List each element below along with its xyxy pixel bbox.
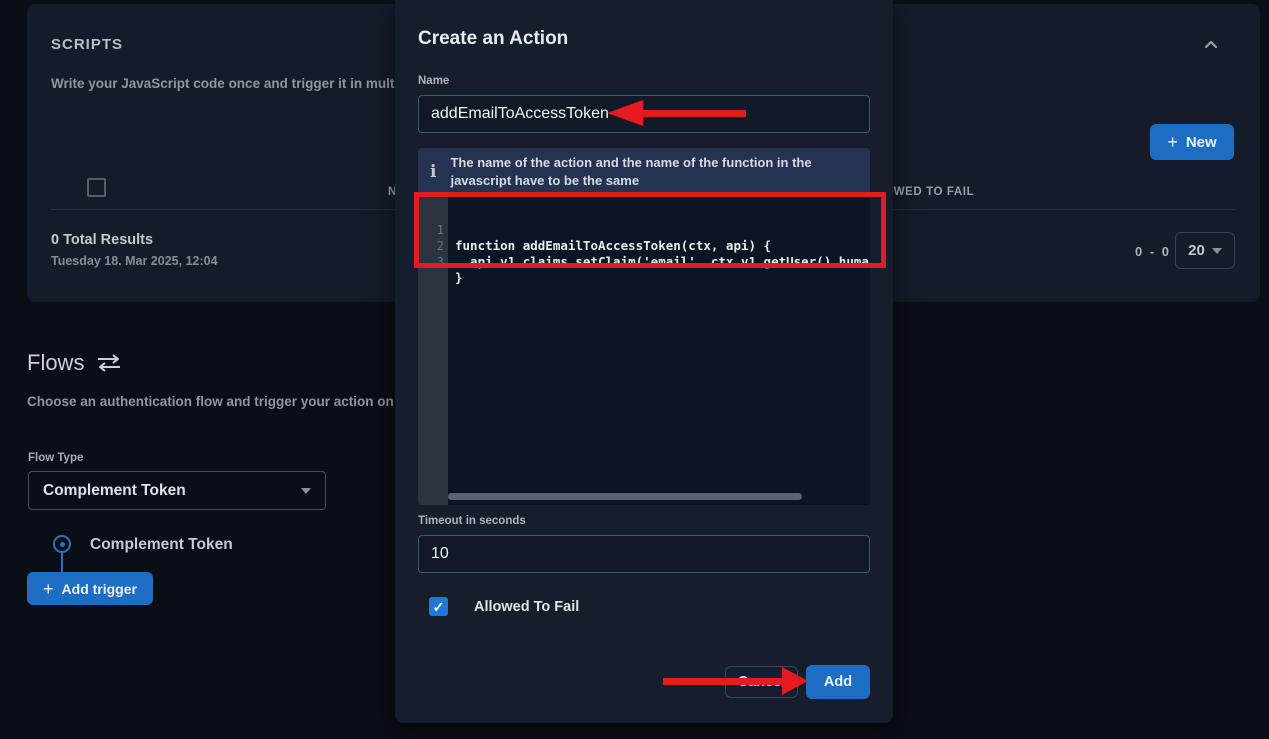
checkmark-icon: ✓ (433, 600, 445, 614)
arrow-shaft (640, 110, 746, 117)
flows-description: Choose an authentication flow and trigge… (27, 394, 397, 409)
flow-type-select[interactable]: Complement Token (28, 471, 326, 510)
arrow-head-right-icon (782, 667, 808, 695)
flow-node-dot (60, 542, 65, 547)
code-line-text: } (455, 270, 870, 286)
flows-title-text: Flows (27, 350, 84, 376)
scripts-panel-description: Write your JavaScript code once and trig… (51, 76, 411, 91)
new-button-label: New (1186, 134, 1217, 151)
add-button[interactable]: Add (806, 665, 870, 699)
create-action-modal: Create an Action Name i The name of the … (395, 0, 893, 723)
info-icon: i (430, 164, 436, 181)
total-results: 0 Total Results (51, 232, 153, 248)
page-size-select[interactable]: 20 (1175, 232, 1235, 269)
select-all-checkbox[interactable] (87, 178, 106, 197)
info-banner-text: The name of the action and the name of t… (450, 154, 858, 189)
flow-node-label: Complement Token (90, 536, 233, 554)
plus-icon: + (43, 580, 54, 598)
code-highlight-rectangle (414, 192, 886, 268)
scripts-panel-title: SCRIPTS (51, 36, 123, 53)
plus-icon: + (1167, 133, 1178, 151)
flows-title: Flows (27, 350, 122, 376)
page: SCRIPTS Write your JavaScript code once … (0, 0, 1269, 739)
allowed-to-fail-label: Allowed To Fail (474, 599, 579, 615)
pagination-range: 0 - 0 (1135, 244, 1171, 259)
modal-title: Create an Action (418, 28, 568, 50)
flow-type-value: Complement Token (43, 482, 186, 500)
swap-arrows-icon (96, 353, 122, 373)
timeout-input[interactable] (418, 535, 870, 573)
page-size-value: 20 (1188, 242, 1205, 259)
add-trigger-button[interactable]: + Add trigger (27, 572, 153, 605)
allowed-to-fail-checkbox[interactable]: ✓ (429, 597, 448, 616)
caret-down-icon (301, 488, 311, 494)
name-label: Name (418, 75, 449, 87)
chevron-up-icon[interactable] (1202, 36, 1220, 54)
arrow-head-left-icon (607, 100, 643, 126)
arrow-shaft (663, 678, 783, 685)
flow-node-icon (53, 535, 71, 553)
horizontal-scrollbar[interactable] (448, 493, 802, 500)
timeout-label: Timeout in seconds (418, 515, 526, 527)
results-timestamp: Tuesday 18. Mar 2025, 12:04 (51, 254, 218, 268)
info-banner: i The name of the action and the name of… (418, 148, 870, 196)
flow-connector-line (61, 553, 63, 573)
caret-down-icon (1212, 248, 1222, 254)
flow-type-label: Flow Type (28, 452, 83, 464)
new-button[interactable]: + New (1150, 124, 1234, 160)
add-trigger-label: Add trigger (62, 581, 137, 597)
allowed-to-fail-row: ✓ Allowed To Fail (429, 597, 579, 616)
